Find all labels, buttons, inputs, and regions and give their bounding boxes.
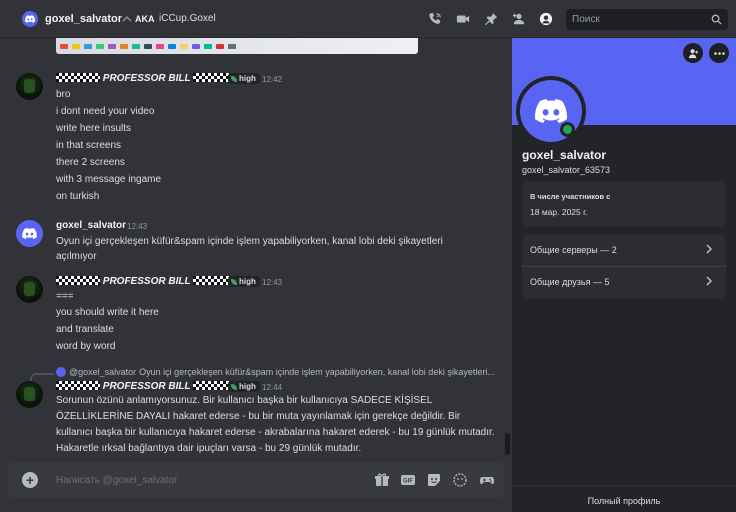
header-username[interactable]: goxel_salvator [45,13,122,25]
message-composer: + GIF [8,462,504,498]
message-input[interactable] [56,470,366,490]
header-avatar[interactable] [22,11,38,27]
message-text: with 3 message ingame [56,174,162,185]
pin-icon[interactable] [484,12,498,26]
member-since-date: 18 мар. 2025 г. [530,207,588,217]
message-text: write here insults [56,123,132,134]
aka-icon [122,15,132,22]
voice-call-icon[interactable] [428,12,442,26]
scrollbar-thumb[interactable] [505,433,510,455]
avatar[interactable] [16,381,43,408]
attached-screenshot-image[interactable] [56,38,418,54]
dm-header: goxel_salvator AKA iCCup.Goxel [0,0,736,38]
message-text: === [56,291,74,302]
mutuals-card: Общие серверы — 2 Общие друзья — 5 [522,234,726,298]
mutual-servers-row[interactable]: Общие серверы — 2 [522,234,726,266]
message-author[interactable]: PROFESSOR BILL [56,276,238,287]
reply-text[interactable]: Oyun içi gerçekleşen küfür&spam içinde i… [139,367,495,377]
message-text: bro [56,89,71,100]
user-profile-panel: goxel_salvator goxel_salvator_63573 В чи… [512,38,736,512]
search-input[interactable] [566,9,728,30]
gift-icon[interactable] [374,472,390,488]
aka-label: AKA [135,14,155,24]
more-dots-icon [713,51,725,55]
message-list[interactable]: PROFESSOR BILL high 12:42 bro i dont nee… [0,38,512,458]
message-author[interactable]: goxel_salvator [56,220,126,231]
message-timestamp: 12:44 [262,383,283,392]
chevron-right-icon [706,244,713,254]
avatar[interactable] [16,220,43,247]
clan-tag-badge[interactable]: high [228,381,260,392]
emoji-icon[interactable] [452,472,468,488]
checkered-decoration [56,381,100,390]
checkered-decoration [56,73,100,82]
member-since-card: В числе участников с 18 мар. 2025 г. [522,182,726,226]
leaf-icon [231,383,237,390]
user-profile-toggle-icon[interactable] [539,12,553,26]
add-friend-icon [688,48,698,58]
avatar[interactable] [16,73,43,100]
message-text: there 2 screens [56,157,125,168]
reply-author[interactable]: @goxel_salvator [69,367,136,377]
message-author[interactable]: PROFESSOR BILL [56,381,238,392]
screenshot-taskbar [60,44,400,49]
leaf-icon [231,278,237,285]
profile-display-name: goxel_salvator [522,148,607,162]
member-since-label: В числе участников с [530,192,611,201]
activities-gamepad-icon[interactable] [479,472,495,488]
message-text: and translate [56,324,114,335]
checkered-decoration [56,276,100,285]
message-text: Sorunun özünü anlamıyorsunuz. Bir kullan… [56,395,495,454]
reply-preview[interactable]: @goxel_salvator Oyun içi gerçekleşen küf… [56,367,495,377]
message-author[interactable]: PROFESSOR BILL [56,73,238,84]
message-text: you should write it here [56,307,159,318]
avatar[interactable] [16,276,43,303]
clan-tag-badge[interactable]: high [228,73,260,84]
reply-avatar [56,367,66,377]
sticker-icon[interactable] [426,472,442,488]
aka-name[interactable]: iCCup.Goxel [159,13,216,24]
message-text: on turkish [56,191,100,202]
message-text: açılmıyor [56,251,97,262]
svg-text:GIF: GIF [403,479,413,485]
gif-icon[interactable]: GIF [400,472,416,488]
discord-logo-icon [22,228,37,239]
add-friends-to-dm-icon[interactable] [512,12,526,26]
mutual-friends-row[interactable]: Общие друзья — 5 [522,266,726,298]
mutual-servers-label: Общие серверы — 2 [530,245,617,255]
chevron-right-icon [706,276,713,286]
message-text: i dont need your video [56,106,155,117]
search-box[interactable] [566,9,728,30]
message-text: in that screens [56,140,122,151]
video-call-icon[interactable] [456,12,470,26]
profile-username[interactable]: goxel_salvator_63573 [522,165,610,175]
message-text: word by word [56,341,116,352]
leaf-icon [231,75,237,82]
add-friend-button[interactable] [683,43,703,63]
message-timestamp: 12:42 [262,75,283,84]
search-icon [711,14,722,25]
online-status-icon [560,122,575,137]
clan-tag-badge[interactable]: high [228,276,260,287]
upload-plus-button[interactable]: + [22,472,38,488]
discord-logo-icon [25,15,35,23]
profile-avatar[interactable] [516,76,586,146]
message-text: Oyun içi gerçekleşen küfür&spam içinde i… [56,236,443,247]
discord-logo-icon [535,99,567,123]
view-full-profile-button[interactable]: Полный профиль [512,485,736,512]
more-options-button[interactable] [709,43,729,63]
mutual-friends-label: Общие друзья — 5 [530,277,610,287]
message-timestamp: 12:43 [127,222,148,231]
message-timestamp: 12:43 [262,278,283,287]
